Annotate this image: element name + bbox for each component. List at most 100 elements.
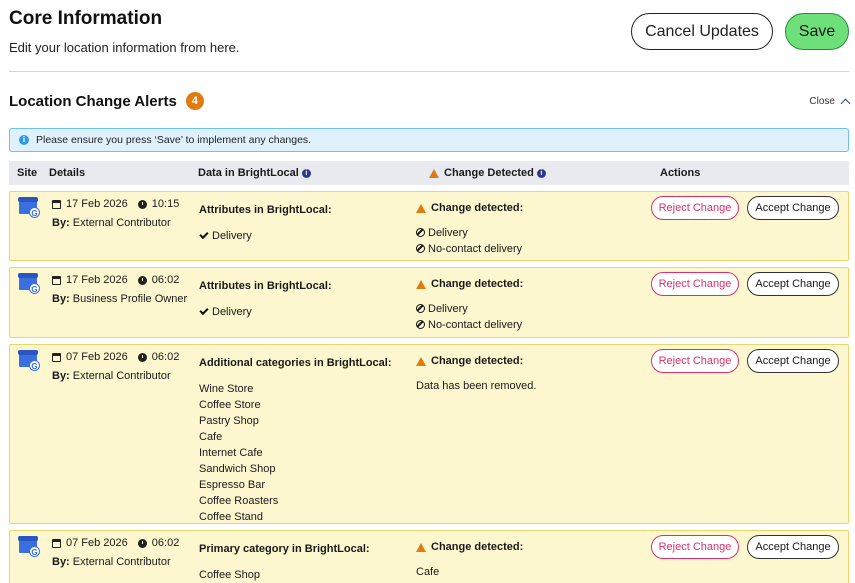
change-title: Change detected: xyxy=(416,202,523,214)
change-title-text: Change detected: xyxy=(431,278,524,290)
google-business-icon: G xyxy=(18,350,41,372)
table-row: G 07 Feb 2026 06:02 By: External Contrib… xyxy=(9,530,849,583)
alerts-count-badge: 4 xyxy=(185,92,204,110)
row-timestamp: 07 Feb 2026 06:02 xyxy=(52,351,179,363)
alerts-title-text: Location Change Alerts xyxy=(9,92,177,110)
change-item-text: Delivery xyxy=(428,303,468,315)
header-data-label: Data in BrightLocal xyxy=(198,167,299,179)
google-business-icon: G xyxy=(18,536,41,558)
author-name: External Contributor xyxy=(72,370,171,382)
check-icon xyxy=(199,305,209,316)
change-title-text: Change detected: xyxy=(431,355,524,367)
row-date: 07 Feb 2026 xyxy=(66,351,128,363)
alerts-section-title: Location Change Alerts 4 xyxy=(9,92,204,110)
page-subtitle: Edit your location information from here… xyxy=(9,40,240,55)
header-details-label: Details xyxy=(49,167,86,179)
ban-icon xyxy=(416,228,425,237)
reject-change-button[interactable]: Reject Change xyxy=(651,196,739,220)
header-details: Details xyxy=(49,167,85,179)
clock-icon xyxy=(137,352,147,362)
table-row: G 17 Feb 2026 06:02 By: Business Profile… xyxy=(9,267,849,338)
header-site: Site xyxy=(17,167,37,179)
warning-triangle-icon xyxy=(416,356,426,366)
table-row: G 07 Feb 2026 06:02 By: External Contrib… xyxy=(9,344,849,524)
row-author: By: Business Profile Owner xyxy=(52,293,187,305)
change-title-text: Change detected: xyxy=(431,541,524,553)
row-author: By: External Contributor xyxy=(52,370,171,382)
row-author: By: External Contributor xyxy=(52,217,171,229)
row-time: 06:02 xyxy=(151,274,180,286)
by-label: By: xyxy=(52,293,70,305)
list-item: Delivery xyxy=(416,225,522,241)
list-item: Coffee Roasters xyxy=(199,495,279,507)
change-list: Delivery No-contact delivery xyxy=(416,225,522,257)
data-title: Attributes in BrightLocal: xyxy=(199,204,332,216)
calendar-icon xyxy=(52,199,61,209)
page-title: Core Information xyxy=(9,8,163,29)
data-item-text: Delivery xyxy=(212,306,252,318)
list-item: No-contact delivery xyxy=(416,317,522,333)
clock-icon xyxy=(137,199,147,209)
warning-triangle-icon xyxy=(416,203,426,213)
clock-icon xyxy=(137,275,147,285)
page-header: Core Information Edit your location info… xyxy=(9,0,849,72)
by-label: By: xyxy=(52,217,70,229)
data-item-text: Delivery xyxy=(212,230,252,242)
accept-change-button[interactable]: Accept Change xyxy=(747,272,839,296)
info-circle-icon[interactable]: i xyxy=(301,168,311,178)
row-timestamp: 07 Feb 2026 06:02 xyxy=(52,537,179,549)
save-button[interactable]: Save xyxy=(785,13,849,50)
header-change: Change Detected i xyxy=(429,167,546,179)
author-name: External Contributor xyxy=(72,217,171,229)
author-name: Business Profile Owner xyxy=(72,293,188,305)
list-item: No-contact delivery xyxy=(416,241,522,257)
header-actions: Actions xyxy=(660,167,700,179)
table-row: G 17 Feb 2026 10:15 By: External Contrib… xyxy=(9,191,849,261)
row-timestamp: 17 Feb 2026 10:15 xyxy=(52,198,179,210)
ban-icon xyxy=(416,304,425,313)
change-title: Change detected: xyxy=(416,278,523,290)
by-label: By: xyxy=(52,556,70,568)
close-label: Close xyxy=(809,96,835,107)
calendar-icon xyxy=(52,275,61,285)
list-item: Wine Store xyxy=(199,383,254,395)
info-notice-text: Please ensure you press ‘Save’ to implem… xyxy=(36,134,312,146)
row-date: 17 Feb 2026 xyxy=(66,274,128,286)
reject-change-button[interactable]: Reject Change xyxy=(651,272,739,296)
header-actions-label: Actions xyxy=(660,167,701,179)
row-date: 07 Feb 2026 xyxy=(66,537,128,549)
accept-change-button[interactable]: Accept Change xyxy=(747,196,839,220)
change-item-text: No-contact delivery xyxy=(428,243,523,255)
reject-change-button[interactable]: Reject Change xyxy=(651,535,739,559)
accept-change-button[interactable]: Accept Change xyxy=(747,535,839,559)
google-business-icon: G xyxy=(18,197,41,219)
list-item: Espresso Bar xyxy=(199,479,266,491)
reject-change-button[interactable]: Reject Change xyxy=(651,349,739,373)
change-title-text: Change detected: xyxy=(431,202,524,214)
row-time: 06:02 xyxy=(151,537,180,549)
list-item: Coffee Store xyxy=(199,399,261,411)
warning-triangle-icon xyxy=(416,542,426,552)
calendar-icon xyxy=(52,352,61,362)
row-time: 06:02 xyxy=(151,351,180,363)
warning-triangle-icon xyxy=(416,279,426,289)
list-item: Delivery xyxy=(199,228,252,244)
info-circle-icon: i xyxy=(19,135,29,145)
data-title: Primary category in BrightLocal: xyxy=(199,543,370,555)
header-change-label: Change Detected xyxy=(444,167,534,179)
data-list: Coffee Shop xyxy=(199,567,260,583)
by-label: By: xyxy=(52,370,70,382)
list-item: Coffee Shop xyxy=(199,569,260,581)
data-title: Additional categories in BrightLocal: xyxy=(199,357,392,369)
change-list: Data has been removed. xyxy=(416,378,536,394)
list-item: Delivery xyxy=(416,301,522,317)
cancel-updates-button[interactable]: Cancel Updates xyxy=(631,13,773,50)
accept-change-button[interactable]: Accept Change xyxy=(747,349,839,373)
table-header: Site Details Data in BrightLocal i Chang… xyxy=(9,161,849,185)
info-circle-icon[interactable]: i xyxy=(536,168,546,178)
ban-icon xyxy=(416,244,425,253)
chevron-up-icon xyxy=(840,98,851,109)
close-alerts-link[interactable]: Close xyxy=(809,96,851,109)
row-timestamp: 17 Feb 2026 06:02 xyxy=(52,274,179,286)
ban-icon xyxy=(416,320,425,329)
